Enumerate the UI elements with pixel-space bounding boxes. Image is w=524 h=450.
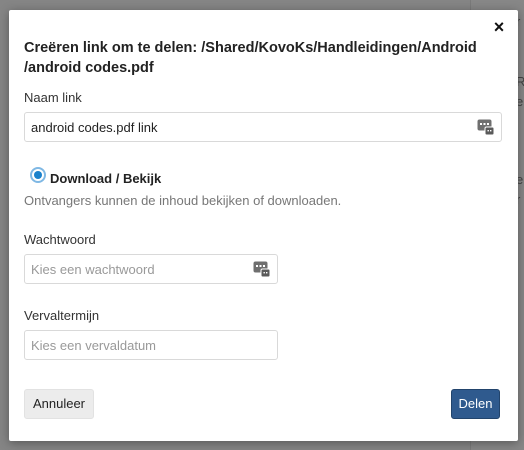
- expiry-label: Vervaltermijn: [24, 308, 100, 323]
- expiry-date-input[interactable]: Kies een vervaldatum: [24, 330, 278, 360]
- link-name-input[interactable]: android codes.pdf link: [24, 112, 502, 142]
- close-button[interactable]: ×: [490, 18, 508, 36]
- link-name-label: Naam link: [24, 90, 82, 105]
- expiry-placeholder: Kies een vervaldatum: [31, 338, 157, 353]
- share-button[interactable]: Delen: [451, 389, 500, 419]
- password-input[interactable]: Kies een wachtwoord: [24, 254, 278, 284]
- password-label: Wachtwoord: [24, 232, 96, 247]
- link-name-value: android codes.pdf link: [31, 120, 158, 135]
- dialog-title: Creëren link om te delen: /Shared/KovoKs…: [24, 38, 484, 78]
- permission-option-label: Download / Bekijk: [50, 171, 162, 186]
- password-manager-icon[interactable]: [477, 119, 494, 135]
- radio-button-selected[interactable]: [30, 167, 46, 183]
- permission-help-text: Ontvangers kunnen de inhoud bekijken of …: [24, 193, 342, 208]
- dialog-title-line: /android codes.pdf: [24, 60, 154, 76]
- cancel-button[interactable]: Annuleer: [24, 389, 94, 419]
- password-manager-icon[interactable]: [253, 261, 270, 277]
- close-icon: ×: [493, 17, 505, 37]
- password-placeholder: Kies een wachtwoord: [31, 262, 155, 277]
- dialog-title-line: Creëren link om te delen: /Shared/KovoKs…: [24, 40, 477, 56]
- share-link-dialog: × Creëren link om te delen: /Shared/Kovo…: [9, 10, 518, 441]
